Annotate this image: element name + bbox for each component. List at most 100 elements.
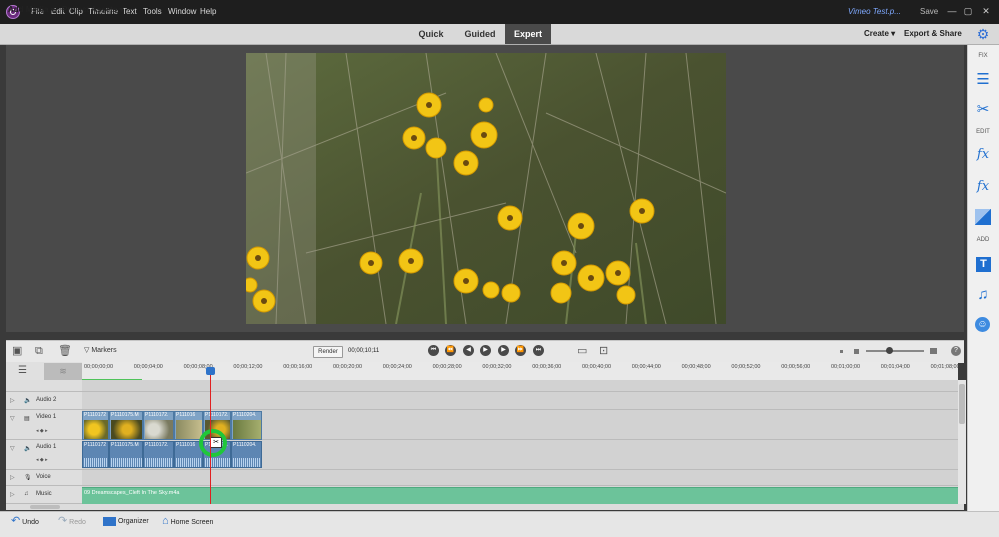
export-share-button[interactable]: Export & Share — [904, 24, 962, 44]
project-assets-button[interactable]: Project Assets ▾ — [62, 0, 124, 20]
previous-edit-icon[interactable]: ⏪ — [445, 345, 456, 356]
menu-window[interactable]: Window — [168, 0, 196, 24]
applied-effects-icon[interactable]: fx — [967, 146, 999, 164]
music-clip[interactable] — [82, 487, 958, 504]
tab-expert[interactable]: Expert — [505, 24, 551, 44]
camera-icon[interactable]: ▣ — [12, 345, 22, 357]
tab-quick[interactable]: Quick — [414, 24, 448, 44]
track-name-video-1: Video 1 — [36, 414, 57, 420]
zoom-slider[interactable] — [866, 350, 924, 352]
playhead-handle[interactable] — [206, 367, 215, 375]
video-clip[interactable]: P1110172. — [143, 411, 174, 440]
go-to-start-icon[interactable]: ⏮ — [428, 345, 439, 356]
audio-waveform-toggle-icon[interactable]: ≋ — [44, 363, 82, 380]
clip-label: P1110204. — [233, 412, 257, 418]
home-screen-button[interactable]: ⌂ Home Screen — [162, 511, 213, 532]
ruler-tick-label: 00;00;44;00 — [631, 364, 661, 370]
add-media-button[interactable]: Add Media ▾ — [8, 0, 55, 20]
scrollbar-thumb[interactable] — [959, 384, 965, 424]
create-button[interactable]: Create ▾ — [864, 24, 895, 44]
expand-chevron-icon[interactable]: ▷ — [10, 491, 15, 498]
undo-button[interactable]: ↶ Undo — [11, 511, 39, 532]
tab-guided[interactable]: Guided — [460, 24, 500, 44]
markers-button[interactable]: ▽ Markers — [84, 346, 117, 356]
tools-icon[interactable]: ✂ — [967, 101, 999, 119]
next-edit-icon[interactable]: ⏩ — [515, 345, 526, 356]
fullscreen-icon[interactable]: ⊡ — [599, 345, 608, 357]
video-clip[interactable]: P1110175.M — [109, 411, 143, 440]
maximize-button[interactable]: ▢ — [962, 5, 974, 17]
transitions-icon[interactable] — [975, 209, 991, 225]
music-note-icon[interactable]: ♫ — [967, 286, 999, 304]
ruler-tick-label: 00;00;52;00 — [731, 364, 761, 370]
keyframe-nav-controls[interactable]: ◂ ◆ ▸ — [36, 457, 48, 463]
close-button[interactable]: ✕ — [980, 5, 992, 17]
play-icon[interactable]: ▶ — [480, 345, 491, 356]
zoom-out-icon[interactable] — [840, 350, 843, 353]
redo-label: Redo — [69, 519, 86, 526]
zoom-in-small-icon[interactable] — [854, 349, 859, 354]
track-lane-voice[interactable] — [82, 470, 958, 486]
track-name-audio-1: Audio 1 — [36, 444, 57, 450]
video-preview — [246, 53, 726, 324]
audio-waveform — [84, 458, 108, 467]
redo-button[interactable]: ↷ Redo — [58, 511, 86, 532]
step-forward-icon[interactable]: ▶ — [498, 345, 509, 356]
expand-chevron-icon[interactable]: ▷ — [10, 474, 15, 481]
bottom-bar — [0, 511, 999, 537]
ruler-tick-label: 00;00;28;00 — [432, 364, 462, 370]
track-header-partial — [6, 380, 82, 392]
ruler-tick-label: 00;01;08;00 — [930, 364, 960, 370]
section-add-label: ADD — [976, 237, 990, 243]
render-button[interactable]: Render — [313, 346, 343, 358]
save-button[interactable]: Save — [920, 0, 938, 24]
redo-icon: ↷ — [58, 515, 68, 527]
undo-icon: ↶ — [11, 515, 21, 527]
zoom-slider-handle[interactable] — [886, 347, 893, 354]
track-lane-audio-2[interactable] — [82, 392, 958, 410]
ruler-tick-label: 00;00;48;00 — [681, 364, 711, 370]
video-clip[interactable]: P111016 — [174, 411, 203, 440]
effects-icon[interactable]: fx — [967, 178, 999, 196]
timeline-horizontal-scrollbar[interactable] — [6, 504, 964, 510]
graphics-smiley-icon[interactable]: ☺ — [975, 317, 990, 332]
track-speaker-icon: 🔈 — [24, 446, 32, 452]
step-back-icon[interactable]: ◀ — [463, 345, 474, 356]
organizer-button[interactable]: Organizer — [103, 511, 149, 532]
audio-clip[interactable]: P1110172 — [82, 441, 109, 468]
ruler-tick-label: 00;00;32;00 — [482, 364, 512, 370]
zoom-in-icon[interactable] — [930, 348, 937, 354]
ruler-tick-label: 00;00;36;00 — [532, 364, 562, 370]
clip-label: P1110172 — [84, 412, 107, 418]
clip-thumbnail — [111, 420, 142, 439]
monitor-icon[interactable]: ▭ — [577, 345, 587, 357]
video-clip[interactable]: P1110172 — [82, 411, 109, 440]
ruler-tick-label: 00;00;16;00 — [283, 364, 313, 370]
video-clip[interactable]: P1110204. — [231, 411, 262, 440]
section-fix-label: FIX — [978, 53, 988, 59]
expand-chevron-icon[interactable]: ▷ — [10, 397, 15, 404]
audio-clip[interactable]: P1110204. — [231, 441, 262, 468]
menu-help[interactable]: Help — [200, 0, 216, 24]
trash-icon[interactable]: 🗑 — [58, 345, 72, 357]
gear-icon[interactable]: ⚙ — [976, 27, 990, 41]
collapse-chevron-icon[interactable]: ▽ — [10, 415, 15, 422]
audio-clip[interactable]: P1110172. — [143, 441, 174, 468]
ruler-tick-label: 00;00;40;00 — [582, 364, 612, 370]
playhead-line — [210, 368, 211, 504]
horizontal-scrollbar-thumb[interactable] — [30, 505, 60, 509]
clip-thumbnail — [176, 420, 202, 439]
adjust-sliders-icon[interactable]: ☰ — [967, 71, 999, 89]
keyframe-nav-controls[interactable]: ◂ ◆ ▸ — [36, 428, 48, 434]
collapse-chevron-icon[interactable]: ▽ — [10, 445, 15, 452]
minimize-button[interactable]: — — [946, 5, 958, 17]
track-options-icon[interactable]: ☰ — [18, 366, 27, 376]
go-to-end-icon[interactable]: ⏭ — [533, 345, 544, 356]
titles-icon[interactable]: T — [976, 257, 991, 272]
help-icon[interactable]: ? — [951, 346, 961, 356]
menu-tools[interactable]: Tools — [143, 0, 162, 24]
freeze-frame-icon[interactable]: ⧉ — [35, 345, 43, 357]
menu-text[interactable]: Text — [122, 0, 137, 24]
audio-clip[interactable]: P1110175.M — [109, 441, 143, 468]
track-name-voice: Voice — [36, 474, 51, 480]
